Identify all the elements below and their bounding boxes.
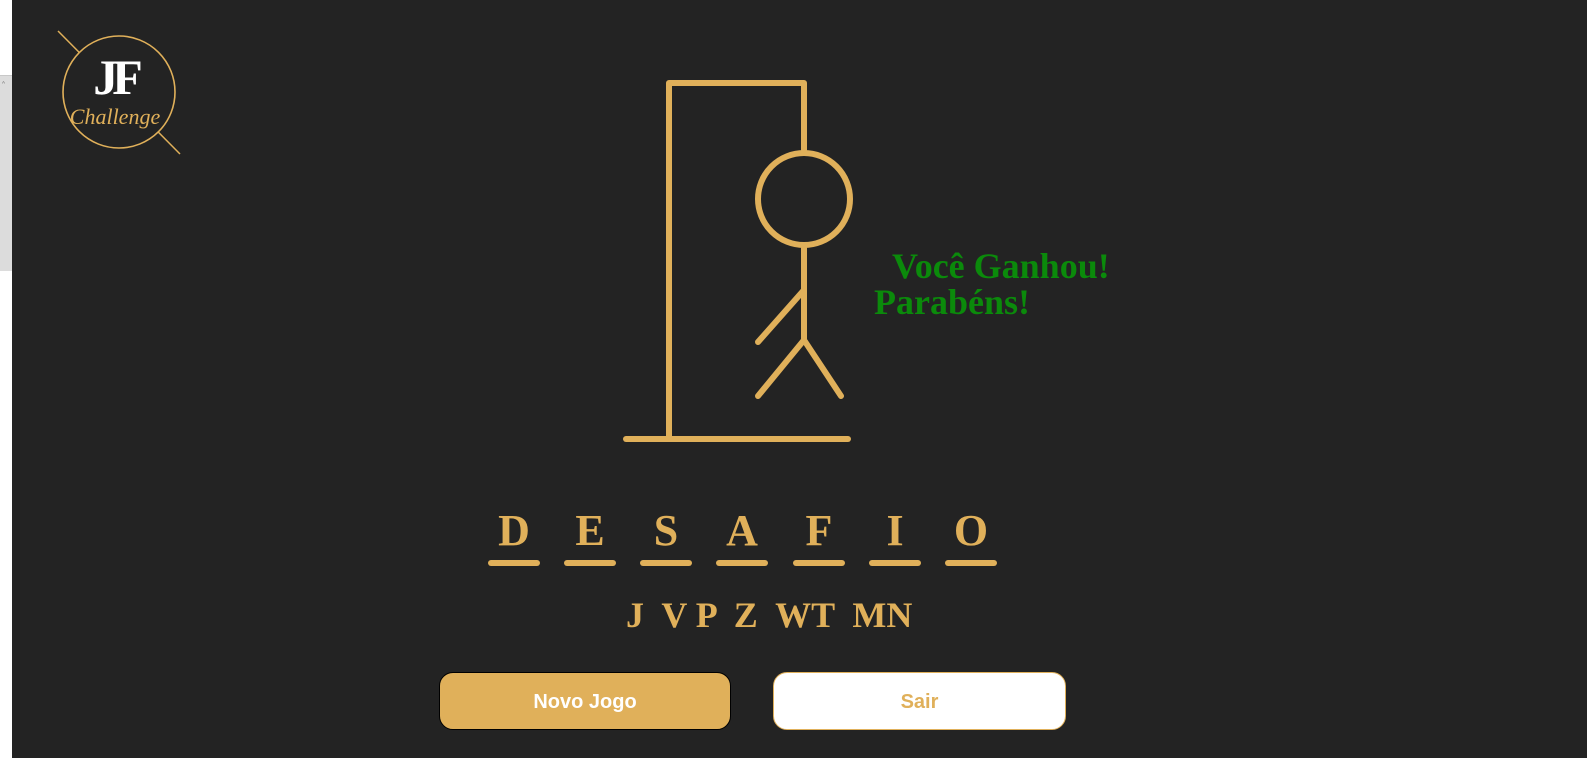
game-screen: JF Challenge Você Ganhou! Parabéns! D E … <box>12 0 1587 758</box>
hangman-head <box>755 150 853 248</box>
hangman-gallows-drawing <box>623 80 853 442</box>
logo: JF Challenge <box>57 30 181 156</box>
letter-slot: S <box>640 506 692 570</box>
letter: A <box>726 506 758 555</box>
letter: S <box>653 506 679 555</box>
logo-brand-text: JF <box>93 49 143 105</box>
letter: O <box>953 506 989 555</box>
letter: E <box>575 506 605 555</box>
scrollbar-edge[interactable]: ˄ <box>0 75 12 271</box>
letter-slot: I <box>869 506 921 570</box>
wrong-letters: J V P Z WT MN <box>626 595 913 635</box>
letter-slot: A <box>716 506 768 570</box>
hangman-arm <box>755 287 807 345</box>
letter-underline <box>564 560 616 566</box>
gallows-frame <box>666 80 807 442</box>
letter: D <box>498 506 530 555</box>
result-message: Você Ganhou! Parabéns! <box>874 248 1110 320</box>
letter: I <box>886 506 904 555</box>
letter-underline <box>945 560 997 566</box>
letter-slot: F <box>793 506 845 570</box>
letter-underline <box>640 560 692 566</box>
letter-underline <box>716 560 768 566</box>
new-game-button[interactable]: Novo Jogo <box>439 672 731 730</box>
scroll-up-arrow-icon[interactable]: ˄ <box>1 82 6 92</box>
letter-underline <box>488 560 540 566</box>
letter-slot: E <box>564 506 616 570</box>
logo-subtitle-text: Challenge <box>69 104 161 129</box>
exit-button[interactable]: Sair <box>773 672 1066 730</box>
letter: F <box>805 506 833 555</box>
hangman-right-leg <box>801 337 844 399</box>
letter-slot: D <box>488 506 540 570</box>
win-text: Você Ganhou! <box>892 246 1110 286</box>
letter-underline <box>793 560 845 566</box>
congrats-text: Parabéns! <box>874 282 1030 322</box>
hangman-left-leg <box>755 337 807 399</box>
letter-underline <box>869 560 921 566</box>
letter-slot: O <box>945 506 997 570</box>
